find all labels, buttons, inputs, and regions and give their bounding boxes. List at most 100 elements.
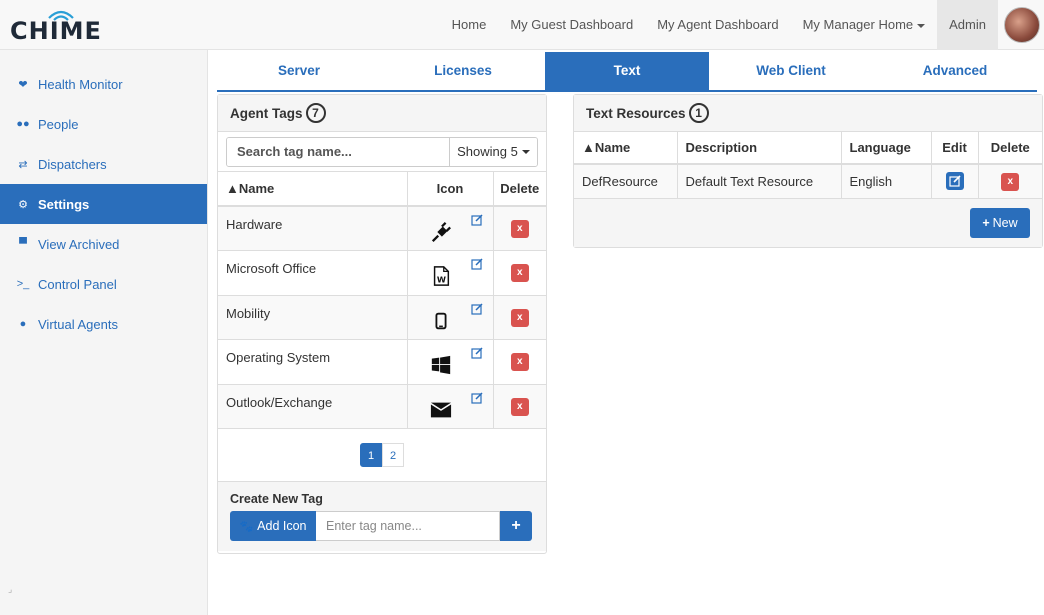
- nav-admin[interactable]: Admin: [937, 0, 998, 50]
- table-row: Mobility x: [218, 295, 546, 340]
- delete-tag-button[interactable]: x: [510, 353, 529, 372]
- cogs-icon: ⚙: [18, 198, 28, 211]
- text-resources-footer: + New: [574, 198, 1042, 247]
- tag-search-input[interactable]: [227, 137, 449, 166]
- agent-tags-count-badge: 7: [305, 103, 326, 123]
- table-row: Microsoft Office W x: [218, 250, 546, 296]
- column-header-edit: Edit: [931, 132, 979, 165]
- edit-resource-button[interactable]: [945, 172, 964, 191]
- text-resources-table: ▲Name Description Language Edit Delete D…: [574, 132, 1042, 199]
- new-resource-label: New: [992, 215, 1018, 230]
- column-header-icon: Icon: [407, 172, 494, 207]
- column-header-delete: Delete: [978, 132, 1042, 165]
- showing-label: Showing 5: [457, 144, 518, 159]
- table-row: DefResource Default Text Resource Englis…: [574, 164, 1042, 199]
- table-row: Operating System x: [218, 339, 546, 385]
- edit-icon[interactable]: [470, 302, 483, 315]
- sidebar-item-virtual-agents[interactable]: ● Virtual Agents: [0, 304, 207, 344]
- showing-count-dropdown[interactable]: Showing 5: [449, 137, 537, 166]
- agent-tags-panel: Agent Tags 7 Showing 5 ▲Name Icon Delete…: [217, 94, 547, 554]
- sidebar-item-control-panel[interactable]: >_ Control Panel: [0, 264, 207, 304]
- tag-name-cell: Hardware: [218, 206, 408, 251]
- envelope-icon[interactable]: [430, 399, 452, 421]
- mobile-icon[interactable]: [430, 310, 452, 332]
- sidebar-item-label: People: [38, 116, 79, 132]
- create-tag-button[interactable]: +: [500, 511, 532, 541]
- chime-logo[interactable]: CHIME: [10, 8, 120, 45]
- delete-resource-button[interactable]: x: [1001, 172, 1020, 191]
- sidebar-item-view-archived[interactable]: ▀ View Archived: [0, 224, 207, 264]
- caret-down-icon: [917, 23, 926, 28]
- sidebar-item-label: View Archived: [38, 236, 120, 252]
- new-tag-name-input[interactable]: [316, 511, 500, 541]
- sidebar-item-people[interactable]: ●● People: [0, 104, 207, 144]
- archive-icon: ▀: [19, 238, 27, 250]
- tag-name-cell: Microsoft Office: [218, 250, 408, 296]
- tab-text[interactable]: Text: [545, 52, 709, 90]
- text-resources-count-badge: 1: [688, 103, 709, 123]
- column-header-name[interactable]: ▲Name: [218, 172, 408, 207]
- user-menu[interactable]: [998, 0, 1044, 50]
- paw-icon: 🐾: [239, 520, 254, 533]
- column-header-description: Description: [677, 132, 842, 165]
- word-file-icon[interactable]: W: [430, 265, 452, 287]
- terminal-icon: >_: [16, 278, 30, 290]
- edit-icon[interactable]: [470, 214, 483, 226]
- sidebar-item-label: Dispatchers: [38, 156, 107, 172]
- exchange-icon: ⇄: [18, 158, 28, 171]
- resource-description-cell: Default Text Resource: [677, 164, 842, 199]
- tag-name-cell: Mobility: [218, 295, 408, 340]
- plus-icon: +: [982, 215, 990, 230]
- tag-name-cell: Operating System: [218, 339, 408, 385]
- sidebar-item-settings[interactable]: ⚙ Settings: [0, 184, 207, 224]
- caret-down-icon: [521, 149, 530, 154]
- create-tag-section: Create New Tag 🐾 Add Icon +: [218, 482, 546, 551]
- svg-text:W: W: [436, 274, 445, 284]
- delete-tag-button[interactable]: x: [510, 220, 529, 238]
- sidebar-item-label: Control Panel: [38, 276, 117, 292]
- delete-tag-button[interactable]: x: [510, 308, 529, 327]
- sidebar-item-label: Virtual Agents: [38, 316, 118, 332]
- nav-manager-home[interactable]: My Manager Home: [791, 0, 938, 50]
- users-icon: ●●: [16, 118, 30, 130]
- text-resources-title: Text Resources: [586, 105, 686, 121]
- edit-icon[interactable]: [470, 258, 483, 270]
- agent-tags-title: Agent Tags: [230, 105, 303, 121]
- top-navbar: CHIME Home My Guest Dashboard My Agent D…: [0, 0, 1044, 50]
- page-1-button[interactable]: 1: [360, 443, 382, 467]
- sidebar-item-health-monitor[interactable]: ❤ Health Monitor: [0, 64, 207, 104]
- text-resources-panel: Text Resources 1 ▲Name Description Langu…: [573, 94, 1043, 248]
- logo-text: CHIME: [10, 17, 102, 45]
- resize-handle-icon[interactable]: ⌟: [8, 584, 12, 595]
- edit-icon[interactable]: [470, 391, 483, 404]
- text-resources-header: Text Resources 1: [574, 95, 1042, 132]
- tag-name-cell: Outlook/Exchange: [218, 384, 408, 429]
- tab-advanced[interactable]: Advanced: [873, 52, 1037, 90]
- tab-web-client[interactable]: Web Client: [709, 52, 873, 90]
- delete-tag-button[interactable]: x: [510, 264, 529, 283]
- nav-manager-home-label: My Manager Home: [802, 17, 914, 32]
- page-2-button[interactable]: 2: [382, 443, 404, 467]
- column-header-language: Language: [841, 132, 932, 165]
- windows-icon[interactable]: [430, 354, 452, 376]
- sidebar-item-dispatchers[interactable]: ⇄ Dispatchers: [0, 144, 207, 184]
- new-resource-button[interactable]: + New: [970, 207, 1030, 238]
- nav-agent-dashboard[interactable]: My Agent Dashboard: [645, 0, 790, 50]
- tab-licenses[interactable]: Licenses: [381, 52, 545, 90]
- settings-tabs: Server Licenses Text Web Client Advanced: [217, 52, 1037, 92]
- tab-server[interactable]: Server: [217, 52, 381, 90]
- table-row: Hardware x: [218, 206, 546, 251]
- delete-tag-button[interactable]: x: [510, 397, 529, 416]
- agent-tags-table: ▲Name Icon Delete Hardware x Microsoft O…: [218, 172, 546, 429]
- nav-home[interactable]: Home: [440, 0, 499, 50]
- plug-icon[interactable]: [430, 221, 452, 243]
- column-header-name[interactable]: ▲Name: [574, 132, 678, 165]
- pagination: 1 2: [218, 429, 546, 482]
- table-row: Outlook/Exchange x: [218, 384, 546, 429]
- avatar: [1004, 7, 1040, 43]
- add-icon-button[interactable]: 🐾 Add Icon: [230, 511, 316, 541]
- sidebar-item-label: Health Monitor: [38, 76, 123, 92]
- nav-guest-dashboard[interactable]: My Guest Dashboard: [498, 0, 645, 50]
- edit-icon[interactable]: [470, 347, 483, 359]
- agent-tags-header: Agent Tags 7: [218, 95, 546, 132]
